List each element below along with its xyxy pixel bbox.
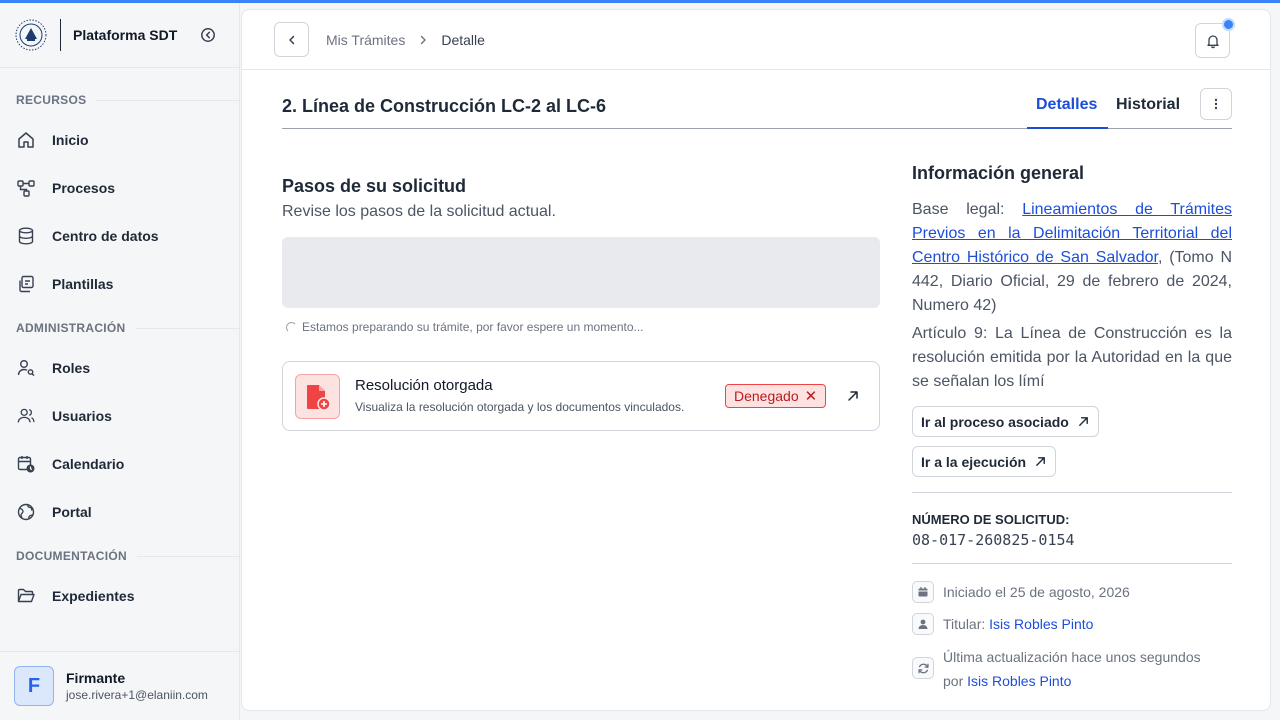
avatar: F [14,666,54,706]
sidebar-item-plantillas[interactable]: Plantillas [0,260,239,308]
arrow-up-right-icon [1036,457,1045,466]
holder-row: Titular: Isis Robles Pinto [912,613,1232,635]
started-row: Iniciado el 25 de agosto, 2026 [912,581,1232,603]
resolution-subtitle: Visualiza la resolución otorgada y los d… [355,400,685,414]
loading-message: Estamos preparando su trámite, por favor… [286,320,644,334]
calendar-clock-icon [16,454,36,474]
notification-dot [1222,18,1235,31]
back-button[interactable] [274,22,309,57]
refresh-icon [912,657,934,679]
request-number-label: NÚMERO DE SOLICITUD: [912,512,1070,527]
go-to-execution-label: Ir a la ejecución [921,453,1027,470]
sidebar-item-centro-de-datos[interactable]: Centro de datos [0,212,239,260]
chevron-right-icon [417,34,429,46]
sidebar-item-label: Procesos [52,180,116,196]
tab-historial[interactable]: Historial [1116,96,1180,114]
templates-icon [16,274,36,294]
sidebar-item-label: Usuarios [52,408,112,424]
app-name: Plataforma SDT [73,27,178,43]
holder-name-link[interactable]: Isis Robles Pinto [989,616,1093,632]
sidebar-item-usuarios[interactable]: Usuarios [0,392,239,440]
sidebar-item-calendario[interactable]: Calendario [0,440,239,488]
user-email: jose.rivera+1@elaniin.com [66,688,208,702]
main-panel: Mis Trámites Detalle 2. Línea de Constru… [241,9,1271,711]
sidebar-item-procesos[interactable]: Procesos [0,164,239,212]
sidebar-item-inicio[interactable]: Inicio [0,116,239,164]
divider [912,492,1232,493]
sidebar-item-portal[interactable]: Portal [0,488,239,536]
sidebar-item-label: Roles [52,360,91,376]
steps-subtitle: Revise los pasos de la solicitud actual. [282,203,556,220]
updated-by-link[interactable]: Isis Robles Pinto [967,673,1071,689]
tab-detalles[interactable]: Detalles [1036,96,1097,114]
started-text: Iniciado el 25 de agosto, 2026 [943,584,1130,600]
user-name: Firmante [66,670,126,686]
user-profile[interactable]: F Firmante jose.rivera+1@elaniin.com [0,651,239,720]
legal-prefix: Base legal: [912,201,1023,218]
database-icon [16,226,36,246]
sidebar-item-label: Calendario [52,456,125,472]
go-to-process-label: Ir al proceso asociado [921,413,1069,430]
steps-loading-placeholder [282,237,880,308]
users-icon [16,406,36,426]
info-title: Información general [912,163,1085,183]
brand: Plataforma SDT [0,3,239,68]
more-vertical-icon [1214,98,1218,110]
user-key-icon [16,358,36,378]
section-label-administracion: ADMINISTRACIÓN [0,318,239,338]
title-row: 2. Línea de Construcción LC-2 al LC-6 De… [282,88,1232,129]
section-label-recursos: RECURSOS [0,90,239,110]
file-plus-icon [295,374,340,419]
steps-title: Pasos de su solicitud [282,176,467,196]
status-label: Denegado [734,388,799,404]
folder-open-icon [16,586,36,606]
bell-icon [1206,34,1219,48]
page-title: 2. Línea de Construcción LC-2 al LC-6 [282,96,607,116]
section-label-documentacion: DOCUMENTACIÓN [0,546,239,566]
header: Mis Trámites Detalle [242,10,1270,70]
sidebar-item-roles[interactable]: Roles [0,344,239,392]
sidebar-item-expedientes[interactable]: Expedientes [0,572,239,620]
notifications-button[interactable] [1195,18,1235,58]
close-icon: ✕ [804,388,818,405]
updated-by-prefix: por [943,673,968,689]
updated-text: Última actualización hace unos segundos [943,649,1201,665]
arrow-up-right-icon[interactable] [843,386,863,406]
legal-basis: Base legal: Lineamientos de Trámites Pre… [912,198,1232,318]
arrow-up-right-icon [1078,417,1088,426]
loading-text: Estamos preparando su trámite, por favor… [302,320,644,334]
user-icon [912,613,934,635]
resolution-card[interactable]: Resolución otorgada Visualiza la resoluc… [282,361,880,431]
collapse-sidebar-icon[interactable] [199,26,217,44]
go-to-process-button[interactable]: Ir al proceso asociado [912,406,1099,437]
sidebar-item-label: Centro de datos [52,228,159,244]
sidebar-item-label: Inicio [52,132,89,148]
article-text: Artículo 9: La Línea de Construcción es … [912,325,1232,390]
sidebar-item-label: Plantillas [52,276,114,292]
go-to-execution-button[interactable]: Ir a la ejecución [912,446,1057,477]
brand-divider [60,19,61,51]
spinner-icon [286,321,297,333]
breadcrumb-mis-tramites[interactable]: Mis Trámites [326,32,405,48]
workflow-icon [16,178,36,198]
request-number: 08-017-260825-0154 [912,531,1075,549]
sidebar-item-label: Portal [52,504,92,520]
globe-icon [16,502,36,522]
chevron-left-icon [288,35,294,44]
more-options-button[interactable] [1200,88,1232,120]
logo-seal-icon [14,18,48,52]
home-icon [16,130,36,150]
updated-row: Última actualización hace unos segundos … [912,645,1232,693]
active-tab-indicator [1027,127,1108,129]
sidebar: Plataforma SDT RECURSOS Inicio Procesos … [0,3,240,720]
holder-label: Titular: [943,616,990,632]
breadcrumb-detalle: Detalle [441,31,485,48]
status-badge[interactable]: Denegado ✕ [725,384,827,408]
divider [912,563,1232,564]
general-info: Información general Base legal: Lineamie… [912,163,1232,693]
sidebar-item-label: Expedientes [52,588,135,604]
resolution-title: Resolución otorgada [355,377,493,394]
calendar-icon [912,581,934,603]
